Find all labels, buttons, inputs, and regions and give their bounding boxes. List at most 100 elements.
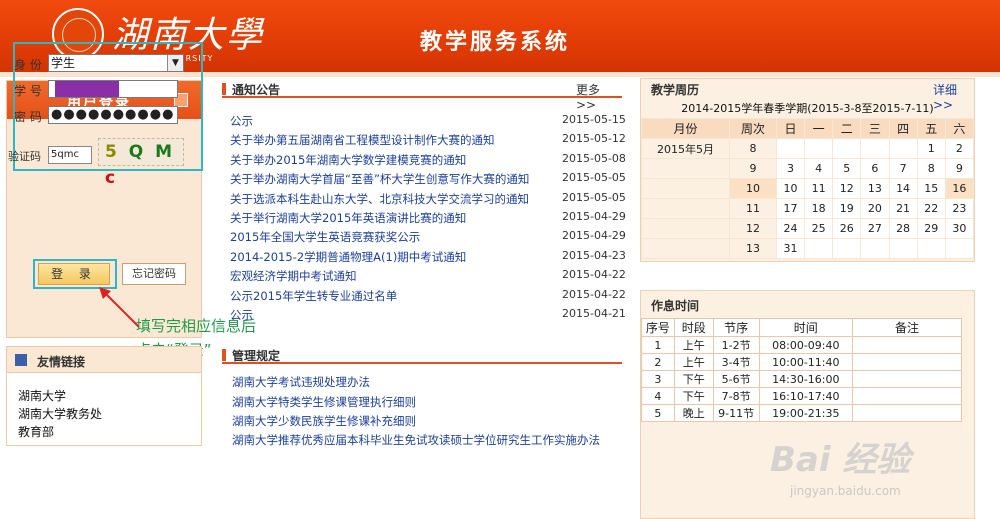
schedule-header-cell: 时段 bbox=[673, 318, 714, 337]
calendar-month-cell bbox=[641, 158, 730, 179]
schedule-cell: 4 bbox=[641, 387, 675, 405]
schedule-cell: 08:00-09:40 bbox=[758, 336, 854, 354]
password-input[interactable]: ●●●●●●●●●● bbox=[48, 106, 178, 124]
calendar-month-cell bbox=[641, 178, 730, 199]
notice-date: 2015-04-21 bbox=[562, 307, 626, 320]
schedule-title: 作息时间 bbox=[651, 299, 700, 313]
system-title: 教学服务系统 bbox=[420, 30, 571, 55]
schedule-cell: 3-4节 bbox=[712, 353, 760, 371]
login-button[interactable]: 登 录 bbox=[38, 263, 110, 285]
schedule-row: 2 上午 3-4节 10:00-11:40 bbox=[641, 353, 962, 371]
calendar-day-cell bbox=[888, 238, 918, 259]
calendar-day-cell: 27 bbox=[860, 218, 890, 239]
calendar-day-cell bbox=[888, 138, 918, 159]
notice-link[interactable]: 宏观经济学期中考试通知 bbox=[230, 268, 357, 284]
notice-link[interactable]: 关于举行湖南大学2015年英语演讲比赛的通知 bbox=[230, 210, 466, 226]
notice-link[interactable]: 关于举办2015年湖南大学数学建模竞赛的通知 bbox=[230, 152, 466, 168]
notice-link[interactable]: 公示2015年学生转专业通过名单 bbox=[230, 288, 397, 304]
calendar-week-row: 10 10 11 12 13 14 15 16 bbox=[641, 178, 975, 199]
calendar-term: 2014-2015学年春季学期(2015-3-8至2015-7-11) bbox=[681, 102, 934, 115]
rule-link[interactable]: 湖南大学推荐优秀应届本科毕业生免试攻读硕士学位研究生工作实施办法 bbox=[232, 432, 600, 448]
links-icon bbox=[15, 354, 27, 366]
friend-links-panel: 友情链接 湖南大学 湖南大学教务处 教育部 bbox=[6, 346, 202, 446]
schedule-row: 4 下午 7-8节 16:10-17:40 bbox=[641, 387, 962, 405]
friend-link[interactable]: 教育部 bbox=[18, 423, 54, 440]
notice-more-link[interactable]: 更多 >> bbox=[576, 81, 622, 112]
notice-link[interactable]: 公示 bbox=[230, 113, 253, 129]
watermark-url: jingyan.baidu.com bbox=[790, 484, 901, 498]
calendar-day-cell: 1 bbox=[916, 138, 946, 159]
notice-link[interactable]: 2014-2015-2学期普通物理A(1)期中考试通知 bbox=[230, 249, 466, 265]
calendar-day-cell: 21 bbox=[888, 198, 918, 219]
notice-date: 2015-04-29 bbox=[562, 210, 626, 223]
calendar-day-cell bbox=[860, 238, 890, 259]
schedule-cell: 16:10-17:40 bbox=[758, 387, 854, 405]
captcha-label: 验证码 bbox=[8, 150, 41, 163]
calendar-day-cell bbox=[804, 138, 834, 159]
schedule-cell: 3 bbox=[641, 370, 675, 388]
schedule-cell: 10:00-11:40 bbox=[758, 353, 854, 371]
notice-link[interactable]: 关于选派本科生赴山东大学、北京科技大学交流学习的通知 bbox=[230, 191, 529, 207]
notice-date: 2015-05-08 bbox=[562, 151, 626, 165]
calendar-day-cell bbox=[944, 238, 975, 259]
notice-link[interactable]: 2015年全国大学生英语竞赛获奖公示 bbox=[230, 229, 420, 245]
calendar-day-cell: 17 bbox=[775, 198, 806, 219]
watermark: Bai 经验 bbox=[770, 440, 911, 480]
rule-link[interactable]: 湖南大学特类学生修课管理执行细则 bbox=[232, 394, 416, 410]
chevron-down-icon[interactable]: ▼ bbox=[167, 55, 183, 71]
notice-link[interactable]: 关于举办第五届湖南省工程模型设计制作大赛的通知 bbox=[230, 132, 495, 148]
notice-date: 2015-04-22 bbox=[562, 287, 626, 301]
rule-link[interactable]: 湖南大学少数民族学生修课补充细则 bbox=[232, 413, 416, 429]
schedule-header-row: 序号 时段 节序 时间 备注 bbox=[641, 318, 962, 337]
friend-link[interactable]: 湖南大学教务处 bbox=[18, 405, 102, 422]
calendar-day-cell: 7 bbox=[888, 158, 918, 179]
calendar-header-cell: 四 bbox=[888, 118, 918, 139]
calendar-day-cell: 11 bbox=[804, 178, 834, 199]
schedule-cell bbox=[852, 370, 962, 388]
notice-header: 通知公告 更多 >> bbox=[222, 80, 622, 112]
schedule-cell bbox=[852, 353, 962, 371]
schedule-cell bbox=[852, 336, 962, 354]
notice-date: 2015-04-22 bbox=[562, 268, 626, 282]
calendar-day-cell bbox=[860, 138, 890, 159]
calendar-week-row: 11 17 18 19 20 21 22 23 bbox=[641, 198, 975, 219]
calendar-week-cell: 13 bbox=[729, 238, 777, 259]
schedule-cell: 1 bbox=[641, 336, 675, 354]
calendar-day-cell: 20 bbox=[860, 198, 890, 219]
calendar-week-row: 93456789 bbox=[641, 158, 975, 179]
schedule-header-cell: 备注 bbox=[852, 318, 962, 337]
password-label: 密 码 bbox=[14, 110, 42, 124]
calendar-week-row: 2015年5月 8 1 2 bbox=[641, 138, 975, 159]
role-select[interactable]: 学生 ▼ bbox=[48, 54, 184, 72]
notice-link[interactable]: 公示 bbox=[230, 307, 253, 323]
schedule-body: 1 上午 1-2节 08:00-09:40 2 上午 3-4节 10:00-11:40 3 下午 5… bbox=[641, 336, 962, 422]
calendar-day-cell bbox=[832, 238, 862, 259]
student-id-input[interactable] bbox=[48, 80, 178, 98]
calendar-header-row: 月份 周次日一二三四五六 bbox=[641, 118, 975, 139]
rule-link[interactable]: 湖南大学考试违规处理办法 bbox=[232, 374, 370, 390]
captcha-image[interactable]: 5 Q M c bbox=[98, 138, 184, 188]
captcha-input[interactable]: 5qmc bbox=[48, 146, 92, 164]
notice-link[interactable]: 关于举办湖南大学首届“至善”杯大学生创意写作大赛的通知 bbox=[230, 171, 529, 187]
schedule-cell: 7-8节 bbox=[712, 387, 760, 405]
calendar-week-cell: 10 bbox=[729, 178, 777, 199]
schedule-header-cell: 序号 bbox=[641, 318, 675, 337]
friend-link[interactable]: 湖南大学 bbox=[18, 387, 66, 404]
schedule-table: 序号 时段 节序 时间 备注 1 上午 1-2节 08:00-09:40 2 上午 3-4节 10:0… bbox=[641, 318, 962, 422]
calendar-header-cell: 三 bbox=[860, 118, 890, 139]
schedule-header-cell: 节序 bbox=[712, 318, 760, 337]
calendar-week-row: 12 24 25 26 27 28 29 30 bbox=[641, 218, 975, 239]
calendar-day-cell: 12 bbox=[832, 178, 862, 199]
forgot-password-button[interactable]: 忘记密码 bbox=[122, 263, 186, 285]
calendar-day-cell bbox=[775, 138, 806, 159]
calendar-week-cell: 8 bbox=[729, 138, 777, 159]
schedule-cell: 14:30-16:00 bbox=[758, 370, 854, 388]
calendar-day-cell: 25 bbox=[804, 218, 834, 239]
calendar-day-cell: 15 bbox=[916, 178, 946, 199]
calendar-header-cell: 月份 bbox=[641, 118, 730, 139]
schedule-cell: 2 bbox=[641, 353, 675, 371]
schedule-row: 3 下午 5-6节 14:30-16:00 bbox=[641, 370, 962, 388]
rules-title: 管理规定 bbox=[232, 349, 281, 363]
calendar-day-cell: 5 bbox=[832, 158, 862, 179]
schedule-row: 5 晚上 9-11节 19:00-21:35 bbox=[641, 404, 962, 422]
